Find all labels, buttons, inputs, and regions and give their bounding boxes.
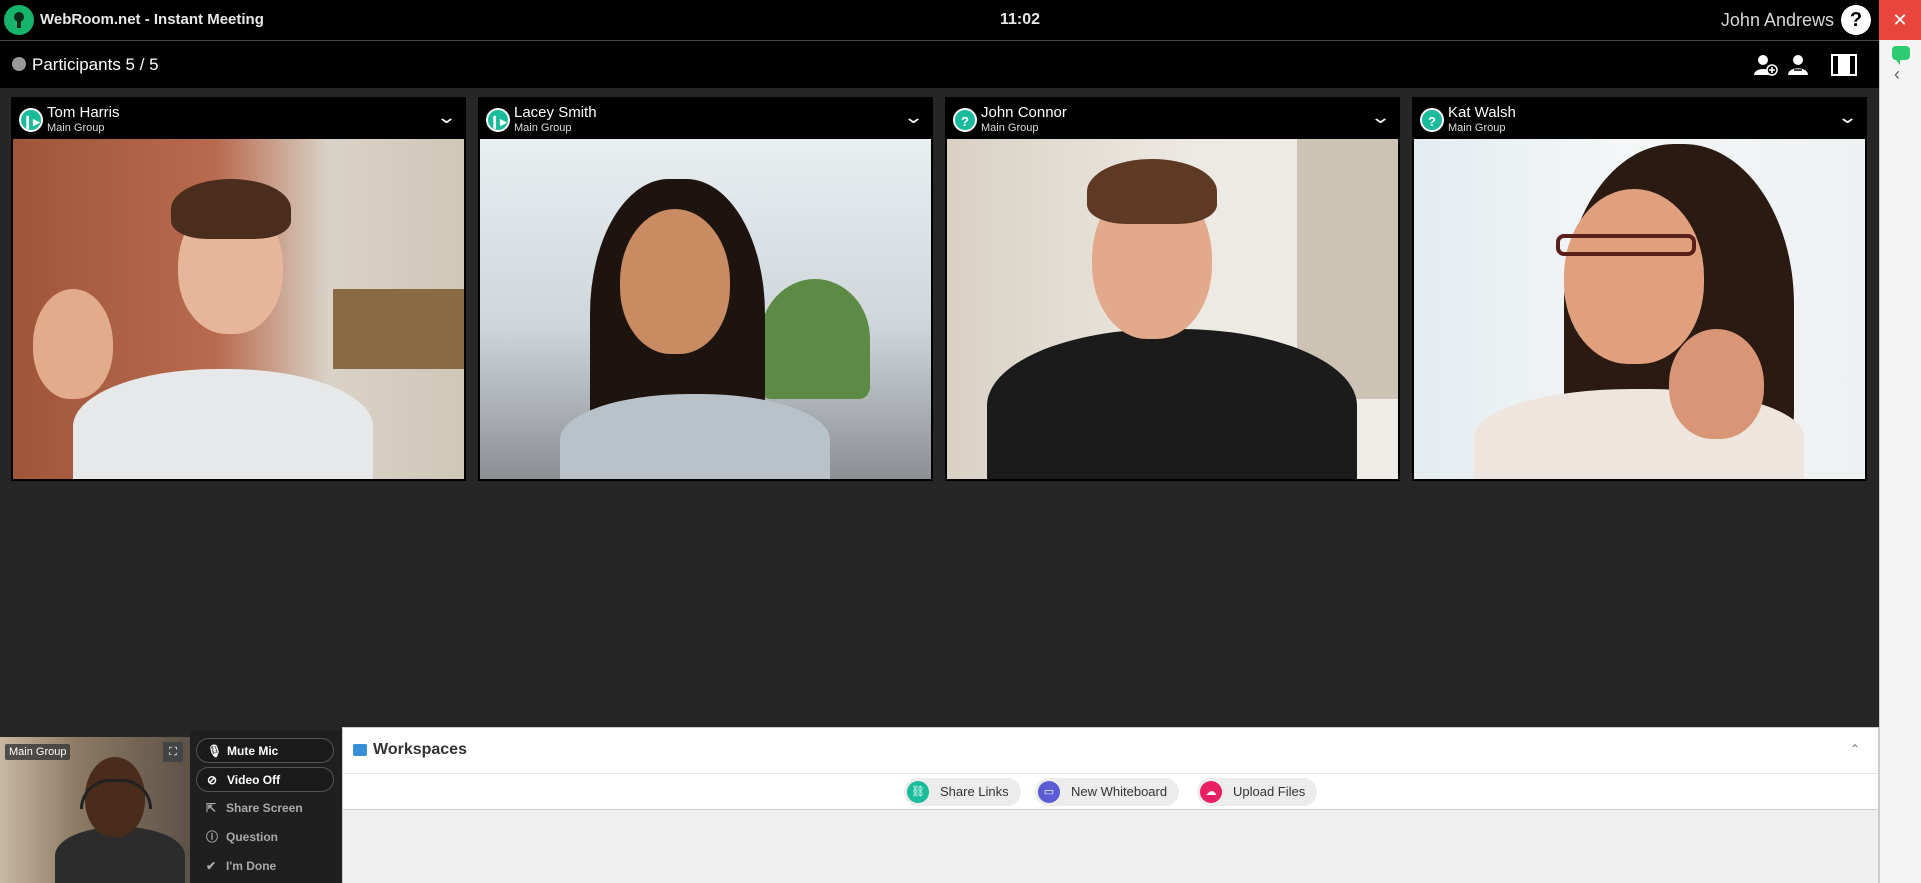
chevron-left-icon[interactable]: ‹: [1894, 64, 1900, 85]
mic-off-icon: 🎙: [207, 744, 223, 758]
participants-icon[interactable]: [1785, 53, 1811, 77]
participants-badge-icon: [12, 57, 26, 71]
meeting-app: WebRoom.net - Instant Meeting 11:02 John…: [0, 0, 1921, 883]
mute-mic-button[interactable]: 🎙 Mute Mic: [196, 738, 334, 763]
participant-video: [1414, 139, 1865, 479]
im-done-button[interactable]: ✔ I'm Done: [196, 854, 334, 879]
upload-files-button[interactable]: ☁ Upload Files: [1197, 778, 1318, 806]
right-rail: ‹: [1879, 40, 1921, 883]
tile-header: ❙▸ Tom Harris Main Group ⌄: [13, 99, 464, 139]
participant-group: Main Group: [514, 122, 572, 134]
webroom-logo-icon: [4, 5, 34, 35]
chevron-up-icon[interactable]: ⌃: [1850, 742, 1860, 756]
app-title: WebRoom.net - Instant Meeting: [40, 11, 264, 28]
layout-icon[interactable]: [1831, 53, 1857, 77]
upload-files-label: Upload Files: [1233, 784, 1306, 799]
chat-icon[interactable]: [1892, 46, 1910, 65]
im-done-label: I'm Done: [226, 859, 277, 873]
link-icon: ⛓: [907, 781, 929, 803]
meeting-clock: 11:02: [1000, 11, 1041, 28]
close-button[interactable]: ✕: [1879, 0, 1921, 40]
workspaces-icon: [353, 744, 367, 756]
new-whiteboard-button[interactable]: ▭ New Whiteboard: [1035, 778, 1180, 806]
speaking-status-icon: ❙▸: [486, 108, 510, 132]
top-bar: WebRoom.net - Instant Meeting 11:02 John…: [0, 0, 1921, 40]
participant-video: [947, 139, 1398, 479]
share-links-button[interactable]: ⛓ Share Links: [904, 778, 1021, 806]
question-button[interactable]: ⓘ Question: [196, 825, 334, 850]
upload-cloud-icon: ☁: [1200, 781, 1222, 803]
participant-name: Lacey Smith: [514, 104, 597, 121]
question-label: Question: [226, 830, 279, 844]
workspaces-panel: Workspaces ⌃ ⛓ Share Links ▭ New Whitebo…: [342, 727, 1879, 883]
workspaces-title: Workspaces: [373, 741, 467, 758]
share-icon: ⇱: [206, 801, 217, 815]
participants-header: Participants 5 / 5: [0, 40, 1879, 88]
tile-header: ? John Connor Main Group ⌄: [947, 99, 1398, 139]
question-status-icon: ?: [953, 108, 977, 132]
share-screen-button[interactable]: ⇱ Share Screen: [196, 796, 334, 821]
workspaces-toolbar: ⛓ Share Links ▭ New Whiteboard ☁ Upload …: [343, 774, 1878, 810]
question-icon: ⓘ: [206, 830, 219, 844]
help-button[interactable]: ?: [1841, 5, 1871, 35]
participant-group: Main Group: [47, 122, 105, 134]
workspace-content: [343, 810, 1878, 883]
whiteboard-icon: ▭: [1038, 781, 1060, 803]
chevron-down-icon[interactable]: ⌄: [903, 107, 924, 128]
chevron-down-icon[interactable]: ⌄: [1370, 107, 1391, 128]
self-view-video: Main Group ⛶: [0, 737, 190, 883]
video-off-label: Video Off: [227, 773, 281, 787]
self-group-badge: Main Group: [5, 744, 71, 760]
participant-name: Kat Walsh: [1448, 104, 1516, 121]
participant-group: Main Group: [981, 122, 1039, 134]
participants-count: Participants 5 / 5: [32, 55, 159, 74]
participant-name: Tom Harris: [47, 104, 120, 121]
chevron-down-icon[interactable]: ⌄: [1837, 107, 1858, 128]
video-off-button[interactable]: ⊘ Video Off: [196, 767, 334, 792]
new-whiteboard-label: New Whiteboard: [1071, 784, 1168, 799]
workspaces-header: Workspaces ⌃: [343, 728, 1878, 774]
expand-icon[interactable]: ⛶: [163, 742, 183, 762]
participant-video: [480, 139, 931, 479]
tile-header: ❙▸ Lacey Smith Main Group ⌄: [480, 99, 931, 139]
participant-name: John Connor: [981, 104, 1067, 121]
speaking-status-icon: ❙▸: [19, 108, 43, 132]
video-tile: ? Kat Walsh Main Group ⌄: [1412, 97, 1867, 481]
add-participant-icon[interactable]: [1752, 53, 1778, 77]
participant-video: [13, 139, 464, 479]
video-tile: ❙▸ Tom Harris Main Group ⌄: [11, 97, 466, 481]
check-icon: ✔: [206, 859, 217, 873]
tile-header: ? Kat Walsh Main Group ⌄: [1414, 99, 1865, 139]
media-controls: 🎙 Mute Mic ⊘ Video Off ⇱ Share Screen ⓘ …: [190, 730, 342, 883]
participant-group: Main Group: [1448, 122, 1506, 134]
share-screen-label: Share Screen: [226, 801, 303, 815]
mute-mic-label: Mute Mic: [227, 744, 279, 758]
chevron-down-icon[interactable]: ⌄: [436, 107, 457, 128]
video-tile: ? John Connor Main Group ⌄: [945, 97, 1400, 481]
share-links-label: Share Links: [940, 784, 1009, 799]
question-status-icon: ?: [1420, 108, 1444, 132]
video-tile: ❙▸ Lacey Smith Main Group ⌄: [478, 97, 933, 481]
user-name[interactable]: John Andrews: [1721, 10, 1834, 31]
video-off-icon: ⊘: [207, 773, 218, 787]
